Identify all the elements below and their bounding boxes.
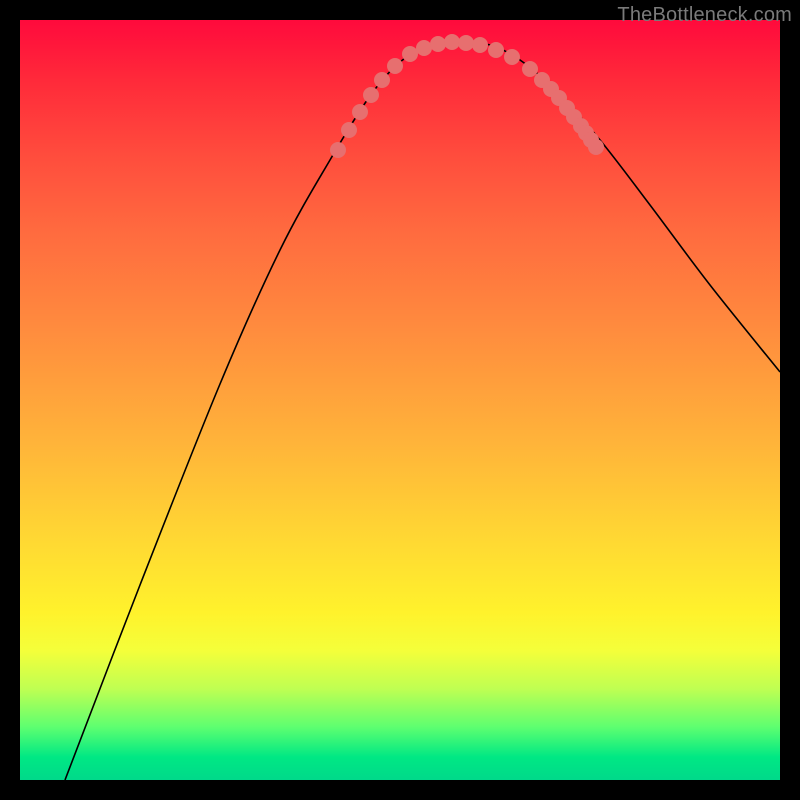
highlight-dot (430, 36, 446, 52)
highlight-dot (588, 139, 604, 155)
watermark-text: TheBottleneck.com (617, 4, 792, 27)
highlight-dot (352, 104, 368, 120)
bottleneck-curve (65, 42, 780, 780)
highlight-dot (416, 40, 432, 56)
chart-svg (20, 20, 780, 780)
highlight-dot (444, 34, 460, 50)
curve-layer (65, 42, 780, 780)
highlight-dot (522, 61, 538, 77)
highlight-dot (472, 37, 488, 53)
highlight-dot (330, 142, 346, 158)
highlight-dot (504, 49, 520, 65)
highlight-dot (458, 35, 474, 51)
marker-layer (330, 34, 604, 158)
highlight-dot (488, 42, 504, 58)
highlight-dot (387, 58, 403, 74)
highlight-dot (402, 46, 418, 62)
highlight-dot (374, 72, 390, 88)
highlight-dot (341, 122, 357, 138)
plot-area (20, 20, 780, 780)
highlight-dot (363, 87, 379, 103)
